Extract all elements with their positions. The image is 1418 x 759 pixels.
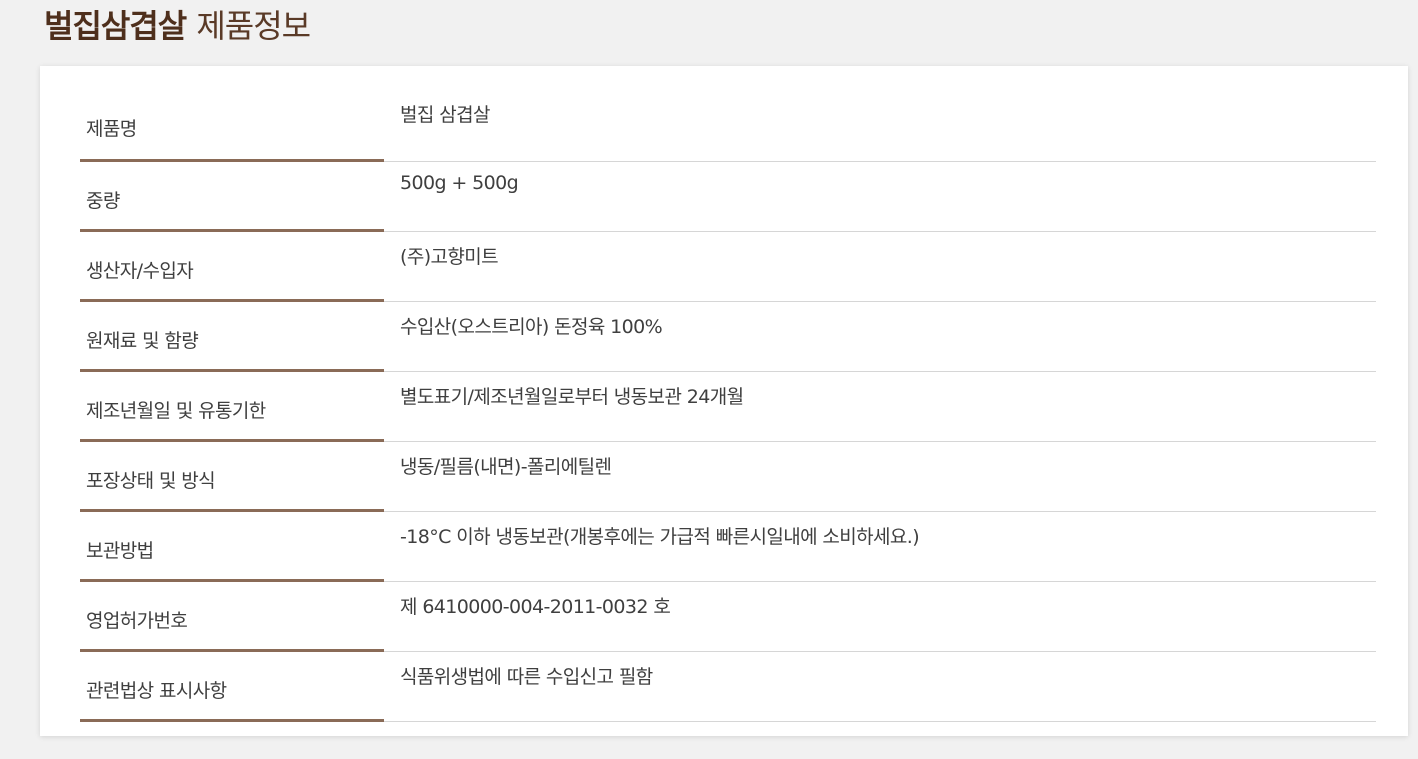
info-row-manufacture-expiry: 제조년월일 및 유통기한 별도표기/제조년월일로부터 냉동보관 24개월: [80, 372, 1376, 442]
product-info-table: 제품명 벌집 삼겹살 중량 500g + 500g 생산자/수입자 (주)고향미…: [80, 90, 1376, 722]
info-value: 수입산(오스트리아) 돈정육 100%: [384, 302, 1376, 372]
product-info-card: 제품명 벌집 삼겹살 중량 500g + 500g 생산자/수입자 (주)고향미…: [40, 66, 1408, 736]
page-title: 벌집삼겹살 제품정보: [44, 6, 311, 46]
info-value: -18°C 이하 냉동보관(개봉후에는 가급적 빠른시일내에 소비하세요.): [384, 512, 1376, 582]
info-row-product-name: 제품명 벌집 삼겹살: [80, 90, 1376, 162]
product-name-heading: 벌집삼겹살: [44, 7, 187, 45]
info-value: 500g + 500g: [384, 162, 1376, 232]
info-row-producer: 생산자/수입자 (주)고향미트: [80, 232, 1376, 302]
info-value: 식품위생법에 따른 수입신고 필함: [384, 652, 1376, 722]
info-value: 제 6410000-004-2011-0032 호: [384, 582, 1376, 652]
info-row-license-number: 영업허가번호 제 6410000-004-2011-0032 호: [80, 582, 1376, 652]
info-label: 포장상태 및 방식: [80, 442, 384, 512]
info-row-packaging: 포장상태 및 방식 냉동/필름(내면)-폴리에틸렌: [80, 442, 1376, 512]
info-label: 원재료 및 함량: [80, 302, 384, 372]
info-row-storage: 보관방법 -18°C 이하 냉동보관(개봉후에는 가급적 빠른시일내에 소비하세…: [80, 512, 1376, 582]
info-label: 제조년월일 및 유통기한: [80, 372, 384, 442]
product-info-heading: 제품정보: [196, 7, 311, 45]
info-label: 영업허가번호: [80, 582, 384, 652]
info-value: 벌집 삼겹살: [384, 90, 1376, 162]
info-row-ingredients: 원재료 및 함량 수입산(오스트리아) 돈정육 100%: [80, 302, 1376, 372]
info-label: 관련법상 표시사항: [80, 652, 384, 722]
info-row-legal-notice: 관련법상 표시사항 식품위생법에 따른 수입신고 필함: [80, 652, 1376, 722]
info-label: 중량: [80, 162, 384, 232]
info-value: 냉동/필름(내면)-폴리에틸렌: [384, 442, 1376, 512]
info-label: 제품명: [80, 90, 384, 162]
info-row-weight: 중량 500g + 500g: [80, 162, 1376, 232]
info-label: 보관방법: [80, 512, 384, 582]
info-value: (주)고향미트: [384, 232, 1376, 302]
info-label: 생산자/수입자: [80, 232, 384, 302]
info-value: 별도표기/제조년월일로부터 냉동보관 24개월: [384, 372, 1376, 442]
